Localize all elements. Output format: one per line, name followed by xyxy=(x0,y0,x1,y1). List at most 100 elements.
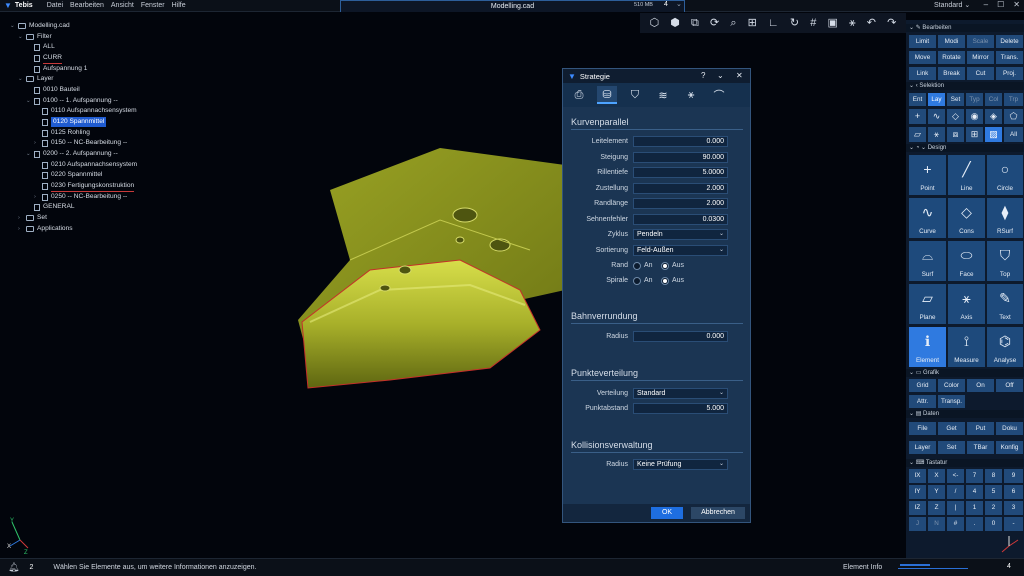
randlaenge-input[interactable]: 2.000 xyxy=(633,198,728,209)
view-iso-icon[interactable]: ⬢ xyxy=(670,17,680,29)
close-icon[interactable]: ✕ xyxy=(1013,0,1020,9)
zustellung-input[interactable]: 2.000 xyxy=(633,183,728,194)
key-4[interactable]: 4 xyxy=(965,484,984,500)
view-box-icon[interactable]: ⧉ xyxy=(691,17,699,29)
tree-layer-0125[interactable]: 0125 Rohling xyxy=(42,128,90,138)
sel-plane-icon[interactable]: ▱ xyxy=(908,126,927,143)
modi-button[interactable]: Modi xyxy=(937,34,966,49)
rotate-icon[interactable]: ↻ xyxy=(790,17,799,29)
sel-col-button[interactable]: Col xyxy=(984,92,1003,107)
key-2[interactable]: 2 xyxy=(984,500,1003,516)
off-button[interactable]: Off xyxy=(995,378,1024,393)
sortierung-select[interactable]: Feld-Außen ⌄ xyxy=(633,245,728,256)
tree-applications[interactable]: › Applications xyxy=(18,224,73,234)
key-1[interactable]: 1 xyxy=(965,500,984,516)
collapse-icon[interactable]: ⌄ xyxy=(10,21,15,31)
key-slash[interactable]: / xyxy=(946,484,965,500)
tree-root[interactable]: ⌄ Modelling.cad xyxy=(10,21,70,31)
punktabstand-input[interactable]: 5.000 xyxy=(633,403,728,414)
collapse-icon[interactable]: ⌄ xyxy=(18,74,23,84)
key-iy[interactable]: IY xyxy=(908,484,927,500)
view-front-icon[interactable]: ⬡ xyxy=(650,17,660,29)
sel-mesh-icon[interactable]: ⊞ xyxy=(965,126,984,143)
tab-tool-icon[interactable]: ⛉ xyxy=(625,86,645,104)
key-8[interactable]: 8 xyxy=(984,468,1003,484)
grid-icon[interactable]: # xyxy=(810,17,816,29)
expand-icon[interactable]: › xyxy=(18,224,23,234)
scale-button[interactable]: Scale xyxy=(966,34,995,49)
spirale-aus-radio[interactable]: Aus xyxy=(661,276,684,285)
panel-header-selektion[interactable]: ⌄ ‹ Selektion xyxy=(906,82,1024,90)
doku-button[interactable]: Doku xyxy=(995,421,1024,436)
tree-layer-0230[interactable]: 0230 Fertigungskonstruktion xyxy=(42,181,135,192)
tree-filter-curr[interactable]: CURR xyxy=(34,53,63,64)
sel-typ-button[interactable]: Typ xyxy=(965,92,984,107)
sel-set-button[interactable]: Set xyxy=(946,92,965,107)
key-5[interactable]: 5 xyxy=(984,484,1003,500)
analyse-button[interactable]: ⌬ Analyse xyxy=(986,326,1024,368)
link-button[interactable]: Link xyxy=(908,66,937,81)
key-dot[interactable]: . xyxy=(965,516,984,532)
3d-part-model[interactable] xyxy=(290,140,565,390)
color-button[interactable]: Color xyxy=(937,378,966,393)
menu-hilfe[interactable]: Hilfe xyxy=(172,2,186,9)
cons-button[interactable]: ◇ Cons xyxy=(947,197,986,239)
tab-approach-icon[interactable]: ⚹ xyxy=(681,86,701,104)
move-button[interactable]: Move xyxy=(908,50,937,65)
on-button[interactable]: On xyxy=(966,378,995,393)
get-button[interactable]: Get xyxy=(937,421,966,436)
menu-fenster[interactable]: Fenster xyxy=(141,2,165,9)
break-button[interactable]: Break xyxy=(937,66,966,81)
rsurf-button[interactable]: ⧫ RSurf xyxy=(986,197,1024,239)
tree-filter-all[interactable]: ALL xyxy=(34,42,55,52)
sel-curve-icon[interactable]: ∿ xyxy=(927,108,946,125)
axis-icon[interactable]: ∟ xyxy=(768,17,779,29)
key-ix[interactable]: IX xyxy=(908,468,927,484)
key-z[interactable]: Z xyxy=(927,500,946,516)
cancel-button[interactable]: Abbrechen xyxy=(691,507,745,519)
spirale-an-radio[interactable]: An xyxy=(633,276,653,285)
line-button[interactable]: ╱ Line xyxy=(947,154,986,196)
rillentiefe-input[interactable]: 5.0000 xyxy=(633,167,728,178)
tbar-button[interactable]: TBar xyxy=(966,440,995,455)
sel-frame-icon[interactable]: ⧈ xyxy=(946,126,965,143)
key-9[interactable]: 9 xyxy=(1003,468,1024,484)
menu-datei[interactable]: Datei xyxy=(47,2,63,9)
cut-button[interactable]: Cut xyxy=(966,66,995,81)
collapse-icon[interactable]: ⌄ xyxy=(717,71,724,80)
file-button[interactable]: File xyxy=(908,421,937,436)
coord-icon[interactable]: ⚹ xyxy=(849,17,856,29)
ok-button[interactable]: OK xyxy=(651,507,683,519)
sel-lay-button[interactable]: Lay xyxy=(927,92,946,107)
tree-layer-0010[interactable]: 0010 Bauteil xyxy=(34,85,80,95)
grid-button[interactable]: Grid xyxy=(908,378,937,393)
rand-an-radio[interactable]: An xyxy=(633,261,653,270)
axis-button[interactable]: ⚹ Axis xyxy=(947,283,986,325)
sel-solid-icon[interactable]: ⬠ xyxy=(1003,108,1024,125)
point-button[interactable]: + Point xyxy=(908,154,947,196)
panel-header-design[interactable]: ⌄ ◔ ⌄ Design xyxy=(906,144,1024,152)
tree-layer-0100[interactable]: ⌄ 0100 -- 1. Aufspannung -- xyxy=(26,96,118,106)
tree-layer-0150[interactable]: › 0150 -- NC-Bearbeitung -- xyxy=(34,138,127,148)
key-y[interactable]: Y xyxy=(927,484,946,500)
put-button[interactable]: Put xyxy=(966,421,995,436)
text-button[interactable]: ✎ Text xyxy=(986,283,1024,325)
top-button[interactable]: ⛉ Top xyxy=(986,240,1024,282)
transp-button[interactable]: Transp. xyxy=(937,394,966,409)
attr-button[interactable]: Attr. xyxy=(908,394,937,409)
radius-input[interactable]: 0.000 xyxy=(633,331,728,342)
trans-button[interactable]: Trans. xyxy=(995,50,1024,65)
element-info-label[interactable]: Element Info xyxy=(843,564,882,571)
sel-surface-icon[interactable]: ◇ xyxy=(946,108,965,125)
tree-filter-aufspannung[interactable]: Aufspannung 1 xyxy=(34,64,87,74)
verteilung-select[interactable]: Standard ⌄ xyxy=(633,388,728,399)
key-0[interactable]: 0 xyxy=(984,516,1003,532)
tab-dropdown-icon[interactable]: ⌄ xyxy=(676,0,682,8)
element-button[interactable]: ℹ Element xyxy=(908,326,947,368)
tree-layer-0200[interactable]: ⌄ 0200 -- 2. Aufspannung -- xyxy=(26,149,118,159)
leitelement-input[interactable]: 0.000 xyxy=(633,136,728,147)
zoom-icon[interactable]: ⌕ xyxy=(730,17,736,29)
key-j[interactable]: J xyxy=(908,516,927,532)
mirror-button[interactable]: Mirror xyxy=(966,50,995,65)
tree-layer-0220[interactable]: 0220 Spannmittel xyxy=(42,170,102,180)
